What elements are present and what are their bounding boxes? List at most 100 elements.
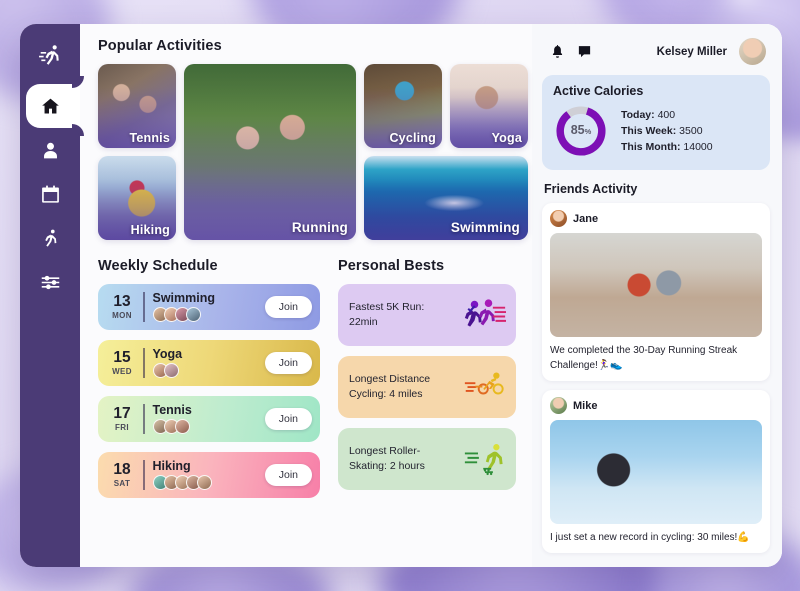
schedule-day: 15	[113, 348, 131, 366]
personal-best-card[interactable]: Fastest 5K Run: 22min	[338, 284, 516, 346]
schedule-day: 17	[113, 404, 131, 422]
personal-best-card[interactable]: Longest Distance Cycling: 4 miles	[338, 356, 516, 418]
activity-label: Tennis	[129, 131, 170, 145]
avatar[interactable]	[739, 38, 766, 65]
sliders-icon	[41, 275, 59, 289]
friend-post[interactable]: Jane We completed the 30-Day Running Str…	[542, 203, 770, 381]
participant-avatars	[152, 419, 265, 435]
divider	[143, 348, 145, 378]
right-panel: Kelsey Miller Active Calories 85% Today:…	[532, 24, 782, 567]
calories-donut-chart: 85%	[553, 103, 609, 159]
bell-icon[interactable]	[550, 44, 565, 59]
best-label: Longest Distance	[349, 372, 431, 385]
schedule-activity: Yoga	[152, 346, 183, 361]
activity-tile-cycling[interactable]: Cycling	[364, 64, 442, 148]
activity-tile-swimming[interactable]: Swimming	[364, 156, 528, 240]
schedule-weekday: SAT	[113, 479, 131, 489]
schedule-activity: Hiking	[152, 458, 191, 473]
friend-name: Jane	[573, 212, 599, 225]
main-column: Popular Activities Tennis Running Cyclin…	[80, 24, 532, 567]
friends-activity-title: Friends Activity	[544, 182, 638, 196]
join-button[interactable]: Join	[264, 296, 312, 318]
activity-label: Cycling	[389, 131, 436, 145]
participant-avatars	[152, 307, 265, 323]
best-label: Longest Roller-	[349, 444, 421, 457]
friend-avatar	[550, 397, 567, 414]
avatar	[174, 419, 190, 435]
sidebar-item-home[interactable]	[20, 84, 80, 128]
page-title: Popular Activities	[98, 38, 222, 54]
message-icon[interactable]	[577, 44, 592, 59]
divider	[143, 460, 145, 490]
schedule-row[interactable]: 18 SAT Hiking Join	[98, 452, 320, 498]
stat-value: 14000	[683, 141, 713, 154]
activity-label: Hiking	[130, 223, 170, 237]
post-text: I just set a new record in cycling: 30 m…	[550, 532, 750, 543]
best-label: Fastest 5K Run:	[349, 300, 425, 313]
join-button[interactable]: Join	[264, 464, 312, 486]
avatar	[196, 475, 212, 491]
sidebar-item-activity[interactable]	[20, 216, 80, 260]
divider	[143, 404, 145, 434]
cyclist-icon	[464, 372, 504, 395]
schedule-activity: Swimming	[152, 290, 216, 305]
activity-tile-running[interactable]: Running	[184, 64, 356, 240]
sidebar-item-settings[interactable]	[20, 260, 80, 304]
friends-feed: Jane We completed the 30-Day Running Str…	[542, 203, 770, 553]
activity-label: Running	[291, 220, 348, 235]
avatar	[185, 307, 201, 323]
post-image	[550, 233, 762, 337]
avatar	[163, 363, 179, 379]
schedule-weekday: MON	[112, 311, 132, 321]
join-button[interactable]: Join	[264, 352, 312, 374]
schedule-row[interactable]: 15 WED Yoga Join	[98, 340, 320, 386]
personal-bests-title: Personal Bests	[338, 258, 445, 274]
activity-label: Yoga	[491, 131, 522, 145]
post-text: We completed the 30-Day Running Streak C…	[550, 345, 738, 371]
calendar-check-icon	[41, 185, 59, 203]
activity-tile-yoga[interactable]: Yoga	[450, 64, 528, 148]
schedule-weekday: WED	[112, 367, 132, 377]
stat-value: 400	[657, 108, 676, 121]
schedule-weekday: FRI	[114, 423, 130, 433]
divider	[143, 292, 145, 322]
stat-label: This Month:	[621, 141, 681, 154]
friend-avatar	[550, 210, 567, 227]
best-value: Skating: 2 hours	[349, 460, 425, 472]
calories-stats: Today: 400 This Week: 3500 This Month: 1…	[621, 107, 713, 156]
runner-icon	[44, 229, 56, 247]
percent-symbol: %	[584, 127, 592, 136]
join-button[interactable]: Join	[264, 408, 312, 430]
post-image	[550, 420, 762, 524]
friend-name: Mike	[573, 399, 598, 412]
user-icon	[43, 142, 57, 158]
topbar: Kelsey Miller	[542, 34, 770, 75]
stat-label: Today:	[621, 108, 655, 121]
personal-bests-panel: Personal Bests Fastest 5K Run: 22min Lon…	[338, 258, 516, 555]
calories-percent: 85	[570, 123, 585, 137]
roller-skater-icon	[464, 444, 503, 476]
stat-label: This Week:	[621, 124, 677, 137]
participant-avatars	[152, 475, 265, 491]
activity-tile-hiking[interactable]: Hiking	[98, 156, 176, 240]
participant-avatars	[152, 363, 265, 379]
friend-post[interactable]: Mike I just set a new record in cycling:…	[542, 390, 770, 553]
two-runners-icon	[464, 299, 506, 327]
content-area: Popular Activities Tennis Running Cyclin…	[80, 24, 782, 567]
schedule-row[interactable]: 13 MON Swimming Join	[98, 284, 320, 330]
activity-tile-tennis[interactable]: Tennis	[98, 64, 176, 148]
home-icon	[41, 98, 59, 113]
best-value: Cycling: 4 miles	[349, 388, 423, 400]
personal-best-card[interactable]: Longest Roller- Skating: 2 hours	[338, 428, 516, 490]
weekly-schedule-title: Weekly Schedule	[98, 258, 218, 274]
sidebar-item-schedule[interactable]	[20, 172, 80, 216]
schedule-day: 13	[113, 292, 131, 310]
user-name: Kelsey Miller	[656, 45, 727, 58]
stat-value: 3500	[679, 124, 703, 137]
active-calories-title: Active Calories	[553, 84, 644, 98]
schedule-row[interactable]: 17 FRI Tennis Join	[98, 396, 320, 442]
weekly-schedule-panel: Weekly Schedule 13 MON Swimming Join 15 …	[98, 258, 320, 555]
active-calories-card: Active Calories 85% Today: 400 This Week…	[542, 75, 770, 170]
lower-panels: Weekly Schedule 13 MON Swimming Join 15 …	[98, 258, 516, 555]
app-window: Popular Activities Tennis Running Cyclin…	[20, 24, 782, 567]
